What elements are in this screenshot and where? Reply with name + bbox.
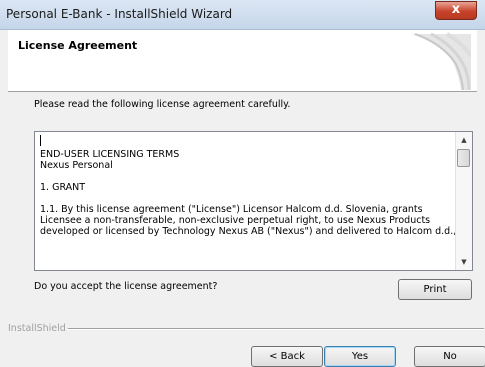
license-line: Nexus Personal [40,160,113,171]
license-line: 1.1. By this license agreement ("License… [40,204,423,215]
license-text: END-USER LICENSING TERMS Nexus Personal … [40,135,457,237]
back-button[interactable]: < Back [251,346,323,367]
scroll-down-arrow-icon[interactable]: ▼ [456,254,472,270]
footer-divider [68,328,484,330]
instruction-text: Please read the following license agreem… [34,99,291,110]
scroll-thumb[interactable] [457,149,470,167]
title-bar[interactable]: Personal E-Bank - InstallShield Wizard x [0,0,485,30]
license-line: developed or licensed by Technology Nexu… [40,226,457,237]
scroll-up-arrow-icon[interactable]: ▲ [456,132,472,148]
license-line: END-USER LICENSING TERMS [40,149,180,160]
license-line [40,171,452,182]
print-button[interactable]: Print [398,279,472,300]
license-line: Licensee a non-transferable, non-exclusi… [40,215,431,226]
installshield-banner-icon [411,32,471,90]
license-line [40,193,452,204]
page-title: License Agreement [18,39,138,52]
no-button[interactable]: No [414,346,485,367]
license-line: 1. GRANT [40,182,86,193]
text-caret [40,135,41,146]
installer-window: Personal E-Bank - InstallShield Wizard x… [0,0,485,367]
close-icon: x [451,2,461,17]
window-title: Personal E-Bank - InstallShield Wizard [6,7,233,21]
close-button[interactable]: x [435,1,477,20]
accept-question-text: Do you accept the license agreement? [34,281,218,292]
wizard-client-area: License Agreement Please read the follow… [8,30,485,367]
vertical-scrollbar[interactable]: ▲ ▼ [455,132,472,270]
license-text-area[interactable]: END-USER LICENSING TERMS Nexus Personal … [34,131,473,271]
installshield-label: InstallShield [8,323,66,334]
yes-button[interactable]: Yes [324,346,396,367]
wizard-header: License Agreement [8,30,477,92]
